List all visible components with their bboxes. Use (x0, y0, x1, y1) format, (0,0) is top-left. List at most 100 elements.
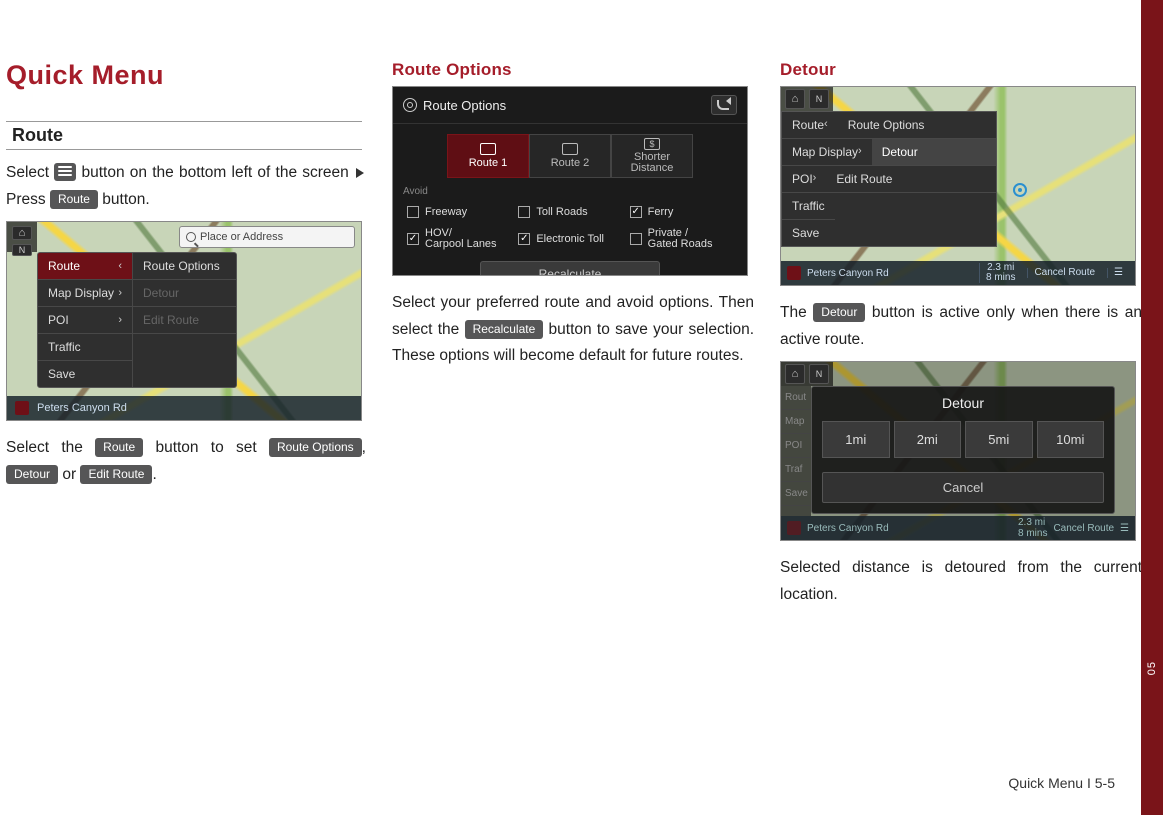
text: button to set (143, 439, 269, 456)
gear-icon (403, 98, 417, 112)
current-location-icon (1013, 183, 1027, 197)
detour-paragraph-1: The Detour button is active only when th… (780, 300, 1142, 353)
text: , (362, 439, 366, 456)
home-icon[interactable]: ⌂ (12, 226, 32, 240)
compass-icon[interactable]: N (12, 244, 32, 256)
check-ferry[interactable]: Ferry (626, 201, 737, 223)
route-button-chip: Route (50, 190, 98, 209)
tab-shorter-distance[interactable]: Shorter Distance (611, 134, 693, 178)
menu-traffic[interactable]: Traffic (38, 334, 133, 361)
menu-poi[interactable]: POI› (38, 307, 133, 334)
route-options-heading: Route Options (392, 60, 754, 80)
screenshot-detour-distance: ⌂ N Rout Map POI Traf Save Detour 1mi 2m… (780, 361, 1136, 541)
menu-save[interactable]: Save (782, 220, 829, 246)
menu-traffic[interactable]: Traffic (782, 193, 835, 220)
text: Press (6, 191, 50, 208)
menu-route[interactable]: Route‹ (38, 253, 133, 280)
route-button-chip: Route (95, 438, 143, 457)
list-icon[interactable]: ☰ (1120, 523, 1129, 534)
faded-menu: Rout Map POI Traf Save (781, 386, 811, 516)
tab-route-1[interactable]: Route 1 (447, 134, 529, 178)
text: . (152, 466, 156, 483)
quick-menu-panel: Route‹ Route Options Map Display› Detour… (781, 111, 997, 247)
text: button on the bottom left of the screen (76, 164, 354, 181)
menu-route-options[interactable]: Route Options (838, 112, 996, 139)
menu-icon-button (54, 163, 76, 181)
detour-10mi[interactable]: 10mi (1037, 421, 1105, 458)
route-flag-icon (15, 401, 29, 415)
route-flag-icon (787, 521, 801, 535)
cancel-button[interactable]: Cancel (822, 472, 1104, 503)
detour-paragraph-2: Selected distance is detoured from the c… (780, 555, 1142, 608)
check-electronic-toll[interactable]: Electronic Toll (514, 223, 625, 255)
page-title: Quick Menu (6, 60, 366, 91)
map-bottom-bar: Peters Canyon Rd 2.3 mi8 mins Cancel Rou… (781, 261, 1135, 285)
route-intro-paragraph: Select button on the bottom left of the … (6, 160, 366, 213)
menu-detour[interactable]: Detour (872, 139, 996, 166)
quick-menu-panel: Route‹ Route Options Map Display› Detour… (37, 252, 237, 388)
hamburger-icon (58, 164, 72, 178)
menu-save[interactable]: Save (38, 361, 133, 387)
menu-route[interactable]: Route‹ (782, 112, 838, 139)
menu-route-options[interactable]: Route Options (133, 253, 236, 280)
current-road: Peters Canyon Rd (807, 523, 1012, 534)
text: or (58, 466, 80, 483)
edit-route-button-chip: Edit Route (80, 465, 152, 484)
cancel-route[interactable]: Cancel Route (1053, 523, 1114, 534)
check-private[interactable]: Private / Gated Roads (626, 223, 737, 255)
route-options-paragraph: Select your preferred route and avoid op… (392, 290, 754, 370)
distance-time: 2.3 mi8 mins (979, 263, 1021, 283)
menu-poi[interactable]: POI› (782, 166, 826, 193)
page-footer: Quick Menu I 5-5 (1008, 775, 1115, 791)
avoid-label: Avoid (403, 186, 737, 197)
chapter-number: 05 (1146, 661, 1158, 675)
check-toll-roads[interactable]: Toll Roads (514, 201, 625, 223)
recalculate-button-chip: Recalculate (465, 320, 544, 339)
tab-route-2[interactable]: Route 2 (529, 134, 611, 178)
detour-2mi[interactable]: 2mi (894, 421, 962, 458)
detour-heading: Detour (780, 60, 1142, 80)
menu-map-display[interactable]: Map Display› (38, 280, 133, 307)
text: The (780, 304, 813, 321)
detour-button-chip: Detour (813, 303, 865, 322)
map-bottom-bar: Peters Canyon Rd (7, 396, 361, 420)
screenshot-route-options: Route Options Route 1 Route 2 Shorter Di… (392, 86, 748, 276)
column-1: Quick Menu Route Select button on the bo… (6, 60, 366, 617)
list-icon[interactable]: ☰ (1107, 268, 1129, 278)
map-bottom-bar: Peters Canyon Rd 2.3 mi8 mins Cancel Rou… (781, 516, 1135, 540)
screenshot-route-menu: ⌂ N Place or Address Route‹ Route Option… (6, 221, 362, 421)
check-freeway[interactable]: Freeway (403, 201, 514, 223)
text: Select (6, 164, 54, 181)
search-icon (186, 232, 196, 242)
search-field[interactable]: Place or Address (179, 226, 355, 248)
text: button. (98, 191, 150, 208)
home-icon[interactable]: ⌂ (785, 89, 805, 109)
route-flag-icon (787, 266, 801, 280)
cancel-route[interactable]: Cancel Route (1027, 268, 1101, 278)
column-2: Route Options Route Options Route 1 Rout… (392, 60, 754, 617)
distance-time: 2.3 mi8 mins (1018, 517, 1047, 539)
detour-5mi[interactable]: 5mi (965, 421, 1033, 458)
menu-detour[interactable]: Detour (133, 280, 236, 307)
current-road: Peters Canyon Rd (807, 268, 973, 279)
menu-map-display[interactable]: Map Display› (782, 139, 872, 166)
check-hov[interactable]: HOV/ Carpool Lanes (403, 223, 514, 255)
route-options-button-chip: Route Options (269, 438, 362, 457)
avoid-grid: Freeway Toll Roads Ferry HOV/ Carpool La… (403, 201, 737, 255)
detour-modal: Detour 1mi 2mi 5mi 10mi Cancel (811, 386, 1115, 514)
search-placeholder: Place or Address (200, 231, 283, 243)
current-road: Peters Canyon Rd (37, 402, 127, 414)
column-3: Detour ⌂ N Route‹ Route Options Map Disp… (780, 60, 1142, 617)
menu-edit-route[interactable]: Edit Route (826, 166, 996, 193)
text: Select the (6, 439, 95, 456)
route-heading: Route (6, 121, 362, 150)
detour-1mi[interactable]: 1mi (822, 421, 890, 458)
chapter-tab: 05 (1141, 0, 1163, 815)
recalculate-button[interactable]: Recalculate (480, 261, 660, 276)
route-select-paragraph: Select the Route button to set Route Opt… (6, 435, 366, 488)
menu-edit-route[interactable]: Edit Route (133, 307, 236, 334)
compass-icon[interactable]: N (809, 89, 829, 109)
back-button[interactable] (711, 95, 737, 115)
compass-icon[interactable]: N (809, 364, 829, 384)
home-icon[interactable]: ⌂ (785, 364, 805, 384)
